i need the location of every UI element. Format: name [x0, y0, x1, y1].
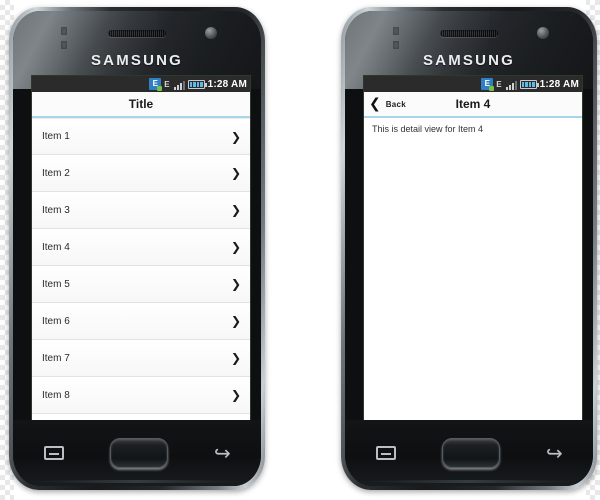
- chevron-right-icon: ❯: [230, 277, 241, 291]
- list-item-label: Item 5: [42, 278, 70, 290]
- phone-device-list: SAMSUNG E E 1:28 AM Title Item 1 ❯ Item 2 ❯…: [9, 7, 265, 490]
- list-item-label: Item 2: [42, 167, 70, 179]
- proximity-sensor-icon: [393, 27, 399, 55]
- detail-body: This is detail view for Item 4: [364, 118, 582, 424]
- status-bar-list: E E 1:28 AM: [32, 76, 250, 92]
- back-button[interactable]: ❮ Back: [369, 97, 406, 111]
- list-item[interactable]: Item 5 ❯: [32, 266, 250, 303]
- chevron-right-icon: ❯: [230, 314, 241, 328]
- menu-key-icon[interactable]: [43, 446, 64, 460]
- list-item-label: Item 4: [42, 241, 70, 253]
- phone-inner-detail: SAMSUNG E E 1:28 AM ❮ Back Item 4 This i…: [345, 11, 593, 486]
- item-list: Item 1 ❯ Item 2 ❯ Item 3 ❯ Item 4 ❯ Item 5 ❯ Item …: [32, 118, 250, 414]
- signal-bars-icon: [173, 79, 185, 90]
- list-item[interactable]: Item 7 ❯: [32, 340, 250, 377]
- front-camera-icon: [205, 27, 217, 39]
- chevron-right-icon: ❯: [230, 240, 241, 254]
- bottom-bezel-detail: ↩: [345, 420, 593, 486]
- chevron-right-icon: ❯: [230, 351, 241, 365]
- battery-icon: [187, 79, 207, 89]
- list-item[interactable]: Item 8 ❯: [32, 377, 250, 414]
- front-camera-icon: [537, 27, 549, 39]
- phone-device-detail: SAMSUNG E E 1:28 AM ❮ Back Item 4 This i…: [341, 7, 597, 490]
- list-item[interactable]: Item 3 ❯: [32, 192, 250, 229]
- screen-list: E E 1:28 AM Title Item 1 ❯ Item 2 ❯ Item 3 ❯ I…: [31, 75, 251, 425]
- samsung-logo: SAMSUNG: [90, 52, 184, 69]
- navbar-list: Title: [32, 92, 250, 118]
- status-bar-detail: E E 1:28 AM: [364, 76, 582, 92]
- list-item-label: Item 6: [42, 315, 70, 327]
- edge-data-icon: E: [149, 78, 163, 91]
- screen-detail: E E 1:28 AM ❮ Back Item 4 This is detail…: [363, 75, 583, 425]
- navbar-detail: ❮ Back Item 4: [364, 92, 582, 118]
- page-title: Title: [128, 97, 154, 111]
- speaker-grille-icon: [440, 30, 498, 37]
- signal-type-letter: E: [496, 79, 502, 89]
- status-clock: 1:28 AM: [539, 78, 579, 90]
- bottom-bezel-list: ↩: [13, 420, 261, 486]
- edge-data-icon: E: [481, 78, 495, 91]
- samsung-logo: SAMSUNG: [422, 52, 516, 69]
- list-item[interactable]: Item 4 ❯: [32, 229, 250, 266]
- chevron-right-icon: ❯: [230, 166, 241, 180]
- list-item-label: Item 8: [42, 389, 70, 401]
- proximity-sensor-icon: [61, 27, 67, 55]
- chevron-right-icon: ❯: [230, 388, 241, 402]
- home-button[interactable]: [109, 438, 168, 468]
- phone-inner-list: SAMSUNG E E 1:28 AM Title Item 1 ❯ Item 2 ❯…: [13, 11, 261, 486]
- page-title: Item 4: [455, 97, 491, 111]
- status-clock: 1:28 AM: [207, 78, 247, 90]
- list-item-label: Item 3: [42, 204, 70, 216]
- chevron-right-icon: ❯: [230, 203, 241, 217]
- back-button-label: Back: [385, 99, 407, 109]
- signal-type-letter: E: [164, 79, 170, 89]
- battery-icon: [519, 79, 539, 89]
- back-key-icon[interactable]: ↩: [214, 441, 231, 465]
- list-item-label: Item 7: [42, 352, 70, 364]
- menu-key-icon[interactable]: [375, 446, 396, 460]
- list-item[interactable]: Item 2 ❯: [32, 155, 250, 192]
- signal-bars-icon: [505, 79, 517, 90]
- list-item[interactable]: Item 6 ❯: [32, 303, 250, 340]
- detail-text: This is detail view for Item 4: [372, 124, 484, 134]
- list-item[interactable]: Item 1 ❯: [32, 118, 250, 155]
- home-button[interactable]: [441, 438, 500, 468]
- chevron-left-icon: ❮: [369, 96, 381, 112]
- chevron-right-icon: ❯: [230, 129, 241, 144]
- list-item-label: Item 1: [42, 131, 70, 142]
- speaker-grille-icon: [108, 30, 166, 37]
- back-key-icon[interactable]: ↩: [546, 441, 563, 465]
